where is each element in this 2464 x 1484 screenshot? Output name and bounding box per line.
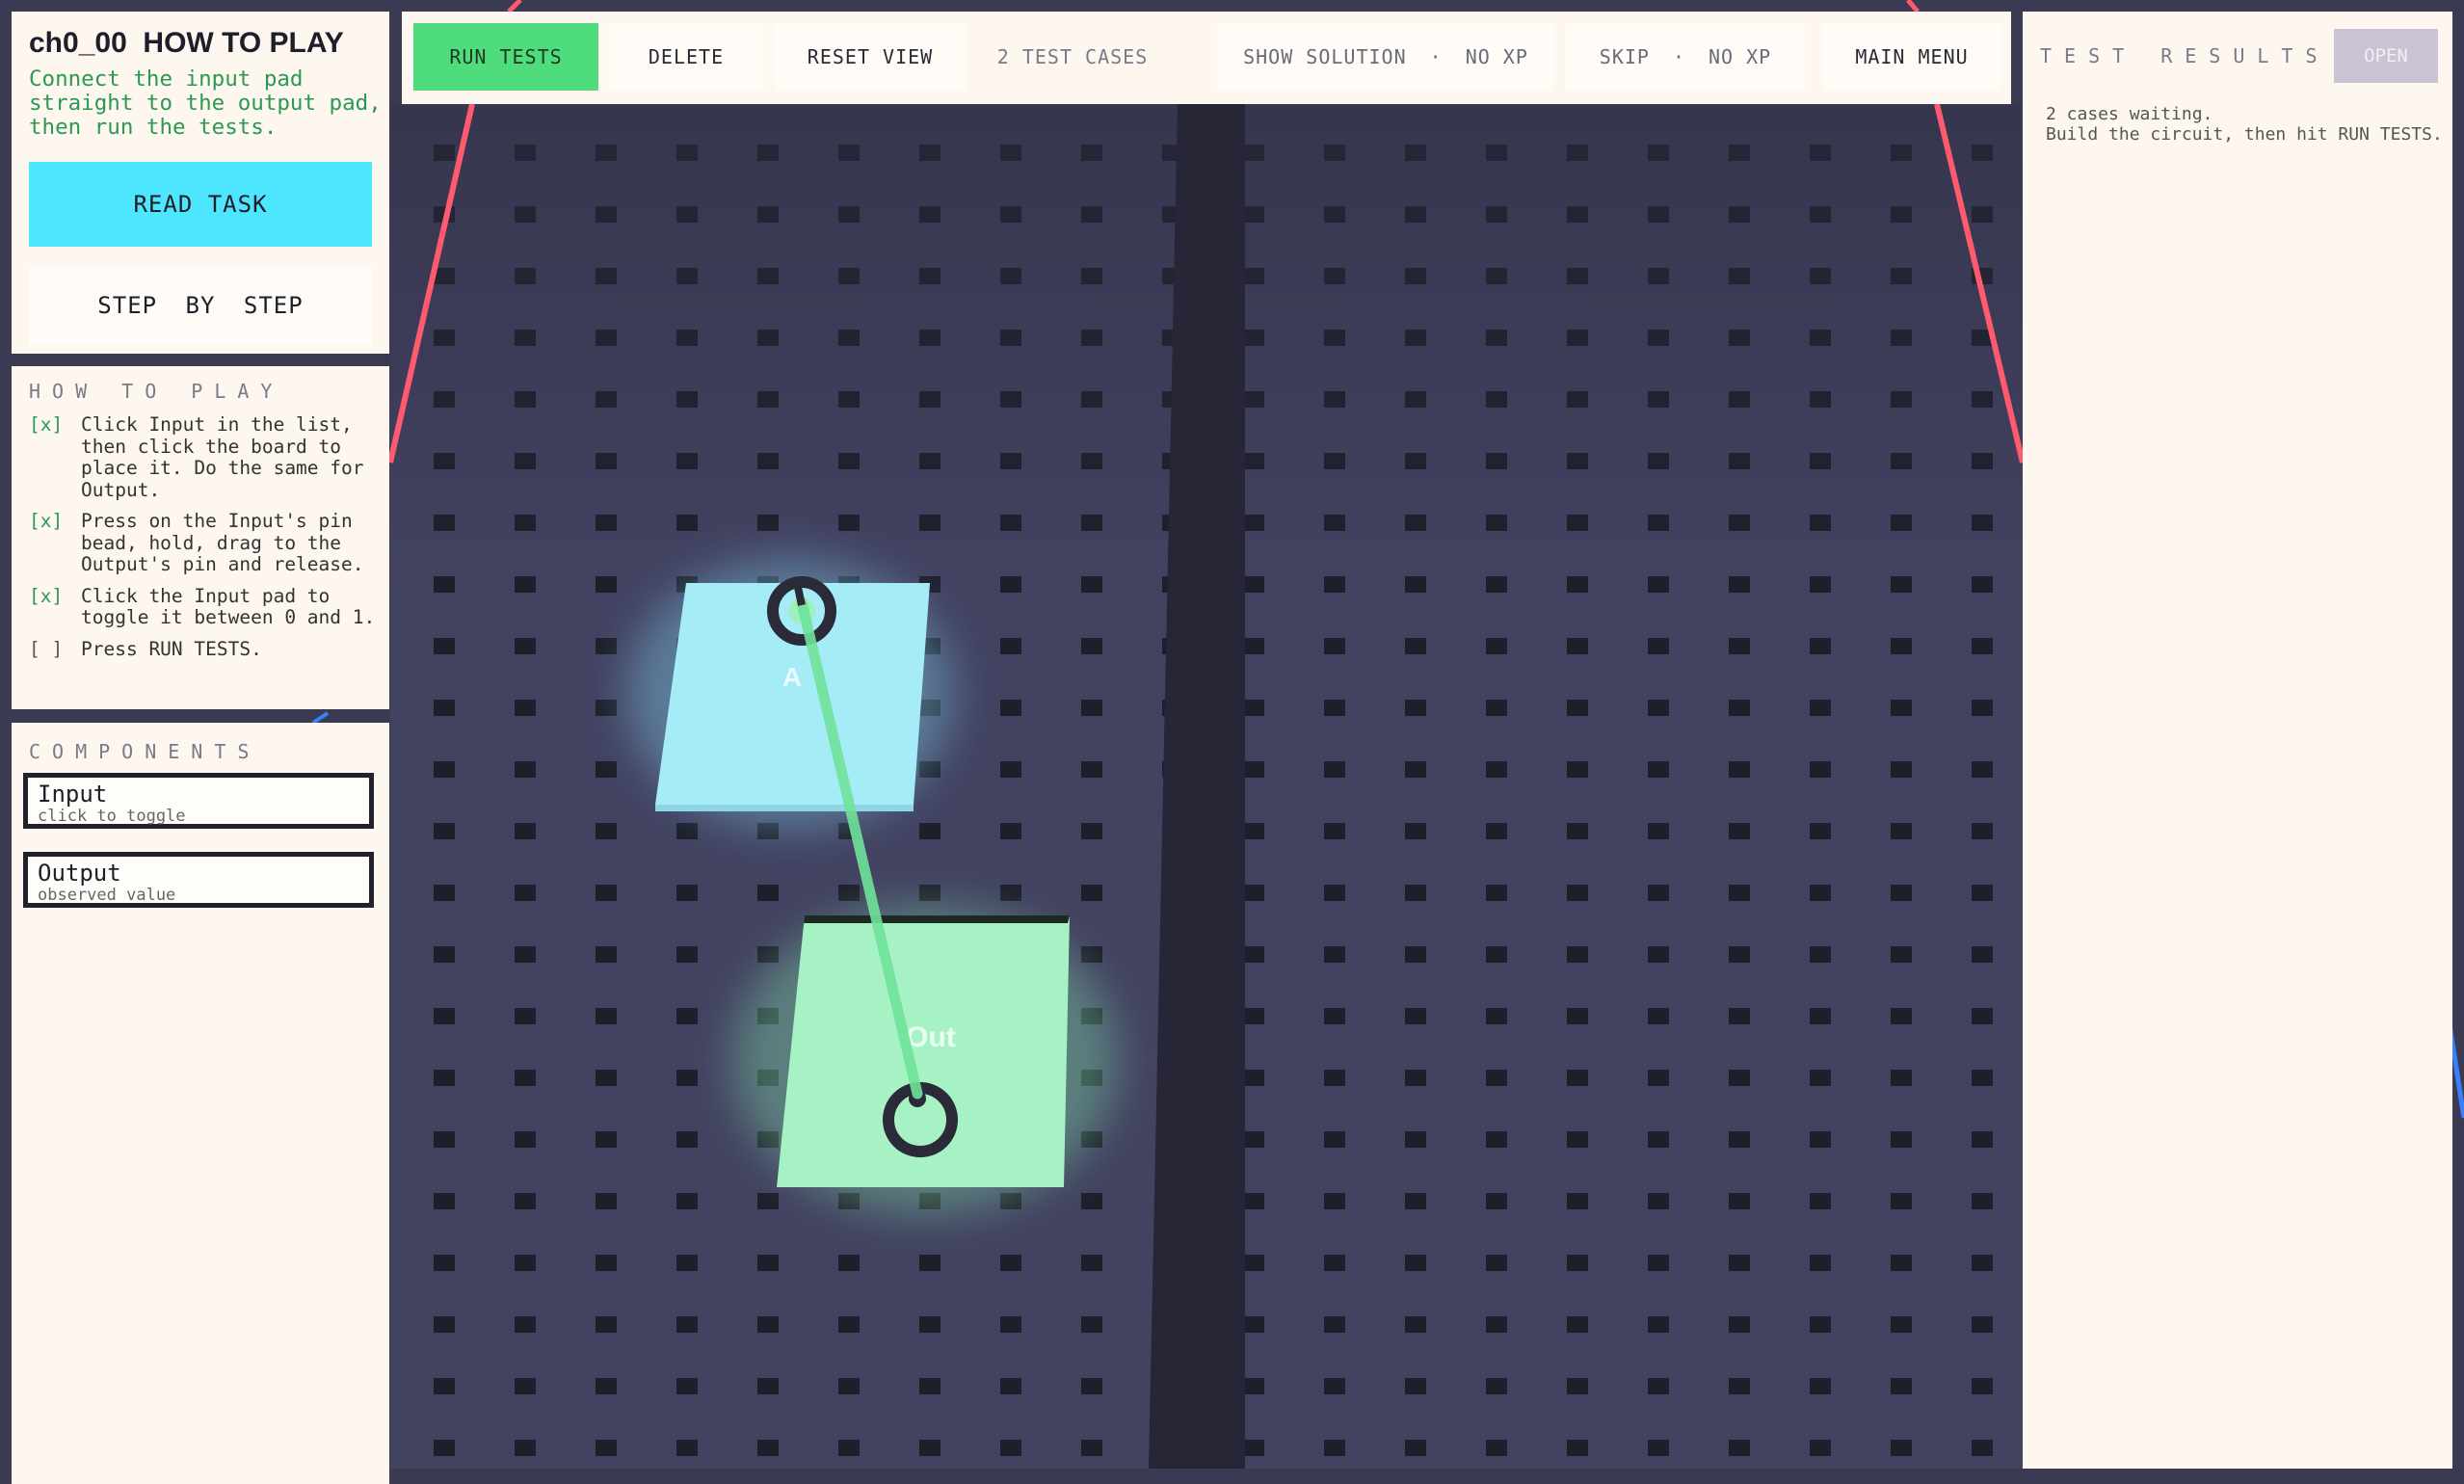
step-text: Press RUN TESTS. [81, 637, 262, 660]
read-task-button[interactable]: READ TASK [29, 162, 372, 247]
how-to-play-step: [ ] Press RUN TESTS. [29, 637, 385, 661]
step-text: Click Input in the list, then click the … [81, 413, 364, 501]
reset-view-button[interactable]: RESET VIEW [774, 23, 967, 91]
components-panel: COMPONENTS Input click to toggle Output … [12, 723, 389, 1484]
step-text: Click the Input pad to toggle it between… [81, 584, 376, 628]
toolbar: RUN TESTS DELETE RESET VIEW 2 TEST CASES… [402, 12, 2011, 104]
component-subtitle: observed value [38, 886, 176, 905]
component-output[interactable]: Output observed value [23, 852, 374, 908]
step-text: Press on the Input's pin bead, hold, dra… [81, 510, 364, 575]
how-to-play-step: [x] Press on the Input's pin bead, hold,… [29, 510, 385, 576]
how-to-play-panel: HOW TO PLAY [x] Click Input in the list,… [12, 366, 389, 709]
input-pad-label: A [782, 662, 802, 692]
show-solution-label: SHOW SOLUTION [1243, 45, 1407, 68]
input-pad[interactable]: A [655, 576, 930, 811]
step-by-step-button[interactable]: STEP BY STEP [29, 266, 372, 345]
level-title: ch0_00 HOW TO PLAY [29, 27, 344, 59]
test-results-panel: TEST RESULTS OPEN 2 cases waiting. Build… [2023, 12, 2452, 1469]
task-panel: ch0_00 HOW TO PLAY Connect the input pad… [12, 12, 389, 354]
level-description: Connect the input pad straight to the ou… [29, 66, 382, 140]
component-subtitle: click to toggle [38, 807, 186, 826]
show-solution-button[interactable]: SHOW SOLUTION · NO XP [1217, 23, 1554, 91]
how-to-play-step: [x] Click Input in the list, then click … [29, 413, 385, 501]
test-results-heading: TEST RESULTS [2040, 44, 2330, 67]
test-cases-count: 2 TEST CASES [976, 23, 1169, 91]
output-pad-label: Out [906, 1021, 956, 1053]
run-tests-button[interactable]: RUN TESTS [413, 23, 598, 91]
how-to-play-heading: HOW TO PLAY [29, 380, 284, 403]
separator-dot: · [1672, 45, 1685, 68]
skip-xp: NO XP [1709, 45, 1772, 68]
step-checkbox: [x] [29, 584, 64, 607]
component-input[interactable]: Input click to toggle [23, 773, 374, 829]
step-checkbox: [ ] [29, 637, 64, 660]
step-checkbox: [x] [29, 510, 64, 532]
show-solution-xp: NO XP [1465, 45, 1528, 68]
skip-label: SKIP [1599, 45, 1650, 68]
open-results-button[interactable]: OPEN [2334, 29, 2438, 83]
output-pad[interactable]: Out [777, 915, 1070, 1187]
components-heading: COMPONENTS [29, 740, 261, 763]
delete-button[interactable]: DELETE [608, 23, 764, 91]
step-checkbox: [x] [29, 413, 64, 436]
component-name: Output [38, 860, 121, 887]
main-menu-button[interactable]: MAIN MENU [1822, 23, 2001, 91]
skip-button[interactable]: SKIP · NO XP [1566, 23, 1805, 91]
separator-dot: · [1429, 45, 1443, 68]
test-results-status: 2 cases waiting. Build the circuit, then… [2046, 104, 2443, 145]
component-name: Input [38, 781, 108, 808]
results-line: Build the circuit, then hit RUN TESTS. [2046, 124, 2443, 145]
results-line: 2 cases waiting. [2046, 104, 2213, 124]
how-to-play-step: [x] Click the Input pad to toggle it bet… [29, 584, 385, 629]
